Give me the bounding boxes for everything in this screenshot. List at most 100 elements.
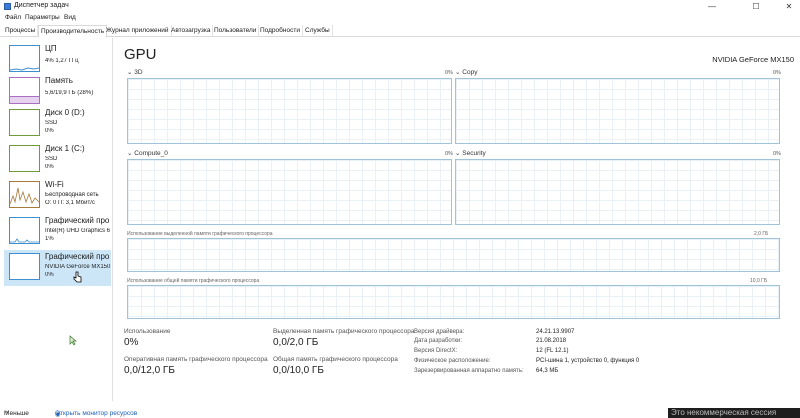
info-key-driver-version: Версия драйвера: — [414, 329, 465, 335]
dedicated-memory-graph-label: Использование выделенной памяти графичес… — [127, 231, 273, 237]
gpu-1-thumbnail — [9, 253, 40, 280]
arrow-cursor-icon — [69, 335, 77, 346]
info-key-directx: Версия DirectX: — [414, 348, 458, 354]
info-value-directx: 12 (FL 12.1) — [536, 348, 569, 354]
tab-users[interactable]: Пользователи — [212, 25, 260, 37]
sidebar-item-memory[interactable]: Память 5,6/19,9 ГБ (28%) — [4, 74, 111, 110]
sidebar-item-cpu[interactable]: ЦП 4% 1,27 ГГц — [4, 42, 111, 78]
sidebar-item-value: 0% — [45, 128, 54, 134]
gpu-model-name: NVIDIA GeForce MX150 — [712, 55, 794, 64]
engine-pct: 0% — [773, 70, 781, 76]
gpu-detail-panel: GPU NVIDIA GeForce MX150 ⌄ 3D 0% ⌄ Copy … — [114, 38, 800, 401]
sidebar-item-value: О: 0 П: 3,1 Мбит/с — [45, 200, 95, 206]
engine-selector-security[interactable]: ⌄ Security — [455, 149, 486, 157]
hand-cursor-icon — [73, 271, 82, 283]
watermark: Это некоммерческая сессия — [668, 408, 800, 418]
close-button[interactable]: ✕ — [782, 1, 796, 12]
info-value-reserved-memory: 64,3 МБ — [536, 368, 559, 374]
engine-pct: 0% — [445, 151, 453, 157]
wifi-thumbnail — [9, 181, 40, 208]
tab-app-history[interactable]: Журнал приложений — [104, 25, 172, 37]
engine-selector-compute[interactable]: ⌄ Compute_0 — [127, 149, 168, 157]
sidebar-item-detail: SSD — [45, 120, 58, 126]
title-bar: Диспетчер задач — ☐ ✕ — [0, 0, 800, 13]
sidebar-item-label: Графический про — [45, 252, 110, 261]
menu-options[interactable]: Параметры — [25, 14, 60, 21]
sidebar-item-detail: SSD — [45, 156, 58, 162]
sidebar-item-detail: NVIDIA GeForce MX150 — [45, 264, 111, 270]
shared-memory-graph-max: 10,0 ГБ — [750, 278, 768, 284]
sidebar-item-value: 1% — [45, 236, 54, 242]
engine-label: Compute_0 — [134, 150, 168, 157]
sidebar-item-label: Графический про — [45, 216, 110, 225]
usage-label: Использование — [124, 328, 171, 335]
engine-selector-3d[interactable]: ⌄ 3D — [127, 68, 143, 76]
sidebar-item-disk-1[interactable]: Диск 1 (C:) SSD 0% — [4, 142, 111, 178]
sidebar-item-disk-0[interactable]: Диск 0 (D:) SSD 0% — [4, 106, 111, 142]
dedicated-memory-graph-max: 2,0 ГБ — [754, 231, 769, 237]
engine-label: Copy — [462, 69, 478, 76]
graph-copy — [455, 78, 780, 144]
sidebar-item-detail: 4% 1,27 ГГц — [45, 58, 79, 64]
menu-file[interactable]: Файл — [5, 14, 21, 21]
sidebar-item-detail: 5,6/19,9 ГБ (28%) — [45, 90, 94, 96]
graph-compute — [127, 159, 452, 225]
info-value-location: PCI-шина 1, устройство 0, функция 0 — [536, 358, 640, 364]
tab-processes[interactable]: Процессы — [3, 25, 39, 37]
maximize-button[interactable]: ☐ — [749, 1, 763, 12]
sidebar-item-value: 0% — [45, 164, 54, 170]
cpu-thumbnail — [9, 45, 40, 72]
engine-pct: 0% — [773, 151, 781, 157]
task-manager-icon — [4, 3, 11, 10]
graph-shared-memory — [127, 285, 780, 319]
info-key-driver-date: Дата разработки: — [414, 338, 463, 344]
performance-sidebar: ЦП 4% 1,27 ГГц Память 5,6/19,9 ГБ (28%) … — [0, 38, 113, 401]
task-manager-window: Диспетчер задач — ☐ ✕ Файл Параметры Вид… — [0, 0, 800, 418]
info-value-driver-date: 21.08.2018 — [536, 338, 567, 344]
page-title: GPU — [124, 46, 157, 63]
sidebar-item-label: Wi-Fi — [45, 180, 64, 189]
graph-security — [455, 159, 780, 225]
sidebar-item-label: Память — [45, 76, 73, 85]
sidebar-item-gpu-0[interactable]: Графический про Intel(R) UHD Graphics 6 … — [4, 214, 111, 250]
gpu-0-sparkline — [10, 238, 39, 243]
gpu-0-thumbnail — [9, 217, 40, 244]
shared-memory-graph-label: Использование общей памяти графического … — [127, 278, 260, 284]
sidebar-item-gpu-1[interactable]: Графический про NVIDIA GeForce MX150 0% — [4, 250, 111, 286]
tab-bar: Процессы Производительность Журнал прило… — [0, 25, 800, 38]
disk-1-thumbnail — [9, 145, 40, 172]
wifi-sparkline — [10, 187, 39, 205]
tab-performance[interactable]: Производительность — [38, 25, 108, 38]
sidebar-item-detail: Беспроводная сеть — [45, 192, 99, 198]
engine-pct: 0% — [445, 70, 453, 76]
gpu-ram-label: Оперативная память графического процессо… — [124, 356, 268, 363]
cpu-sparkline — [10, 67, 39, 71]
disk-0-thumbnail — [9, 109, 40, 136]
sidebar-item-detail: Intel(R) UHD Graphics 6 — [45, 228, 111, 234]
sidebar-item-label: Диск 0 (D:) — [45, 108, 85, 117]
sidebar-item-label: Диск 1 (C:) — [45, 144, 85, 153]
minimize-button[interactable]: — — [705, 1, 719, 12]
sidebar-item-wifi[interactable]: Wi-Fi Беспроводная сеть О: 0 П: 3,1 Мбит… — [4, 178, 111, 214]
engine-selector-copy[interactable]: ⌄ Copy — [455, 68, 477, 76]
info-value-driver-version: 24.21.13.9907 — [536, 329, 575, 335]
dedicated-memory-value: 0,0/2,0 ГБ — [273, 337, 319, 348]
memory-thumbnail — [9, 77, 40, 104]
resource-monitor-label: Открыть монитор ресурсов — [55, 410, 138, 417]
fewer-details-label: Меньше — [4, 410, 29, 417]
window-title: Диспетчер задач — [14, 2, 69, 9]
info-key-reserved-memory: Зарезервированная аппаратно память: — [414, 368, 524, 374]
info-key-location: Физическое расположение: — [414, 358, 491, 364]
menu-view[interactable]: Вид — [64, 14, 76, 21]
shared-memory-value: 0,0/10,0 ГБ — [273, 365, 324, 376]
usage-value: 0% — [124, 337, 139, 348]
tab-details[interactable]: Подробности — [258, 25, 303, 37]
dedicated-memory-label: Выделенная память графического процессор… — [273, 328, 415, 335]
sidebar-item-label: ЦП — [45, 44, 57, 53]
tab-services[interactable]: Службы — [303, 25, 333, 37]
gpu-ram-value: 0,0/12,0 ГБ — [124, 365, 175, 376]
engine-label: 3D — [134, 69, 143, 76]
shared-memory-label: Общая память графического процессора — [273, 356, 398, 363]
tab-startup[interactable]: Автозагрузка — [169, 25, 214, 37]
graph-dedicated-memory — [127, 238, 780, 272]
